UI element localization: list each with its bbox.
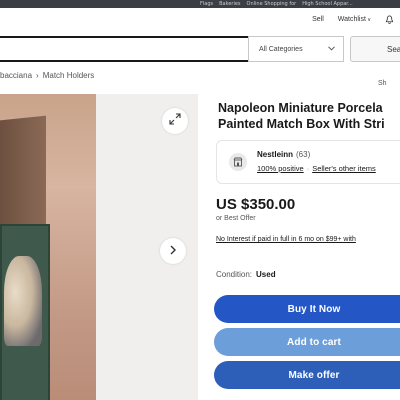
next-image-button[interactable] (160, 238, 186, 264)
chevron-down-icon (328, 45, 335, 53)
category-select-value: All Categories (259, 45, 303, 53)
breadcrumb-separator: › (36, 71, 39, 80)
listing-title-line: Painted Match Box With Stri (218, 117, 385, 131)
top-utility-nav: Sell Watchlist (0, 8, 400, 30)
listing-title-line: Napoleon Miniature Porcela (218, 101, 383, 115)
meta-separator: · (306, 164, 310, 173)
buy-it-now-button[interactable]: Buy It Now (214, 295, 400, 323)
store-icon[interactable] (229, 153, 247, 171)
bell-icon[interactable] (385, 14, 394, 24)
breadcrumb-item[interactable]: bacciana (0, 71, 32, 80)
browser-tab[interactable]: High School Appar... (302, 1, 352, 7)
search-button[interactable]: Sea (350, 36, 400, 62)
watchlist-dropdown[interactable]: Watchlist (338, 16, 371, 23)
seller-name[interactable]: Nestleinn (257, 150, 293, 159)
search-input[interactable] (0, 36, 248, 62)
expand-image-button[interactable] (162, 108, 188, 134)
condition-row: Condition: Used (216, 270, 276, 279)
napoleon-portrait (4, 256, 42, 346)
browser-tab[interactable]: Flags (200, 1, 213, 7)
seller-meta: 100% positive · Seller's other items (257, 164, 376, 173)
seller-other-items-link[interactable]: Seller's other items (312, 164, 376, 173)
best-offer-label: or Best Offer (216, 215, 256, 222)
price: US $350.00 (216, 196, 296, 213)
seller-positive-rating[interactable]: 100% positive (257, 164, 304, 173)
make-offer-button[interactable]: Make offer (214, 361, 400, 389)
listing-photo[interactable] (0, 94, 96, 400)
condition-label: Condition: (216, 270, 253, 279)
browser-tab[interactable]: Bakeries (219, 1, 240, 7)
breadcrumb-item[interactable]: Match Holders (43, 71, 95, 80)
category-select[interactable]: All Categories (248, 36, 344, 62)
portrait-card (0, 224, 50, 400)
sell-link[interactable]: Sell (312, 16, 324, 23)
seller-feedback-count[interactable]: (63) (296, 150, 310, 159)
browser-tab[interactable]: Online Shopping for (247, 1, 297, 7)
expand-icon (169, 112, 181, 130)
breadcrumb: bacciana › Match Holders (0, 71, 94, 83)
seller-card: Nestleinn (63) 100% positive · Seller's oth… (216, 140, 400, 184)
search-row: All Categories Sea (0, 34, 400, 68)
share-link[interactable]: Sh (378, 80, 387, 87)
browser-tab-strip: Flags Bakeries Online Shopping for High … (0, 0, 400, 8)
seller-name-row: Nestleinn (63) (257, 150, 310, 159)
listing-title: Napoleon Miniature Porcela Painted Match… (218, 100, 400, 132)
condition-value: Used (256, 270, 276, 279)
financing-link[interactable]: No Interest if paid in full in 6 mo on $… (216, 236, 356, 243)
add-to-cart-button[interactable]: Add to cart (214, 328, 400, 356)
chevron-right-icon (169, 242, 177, 260)
